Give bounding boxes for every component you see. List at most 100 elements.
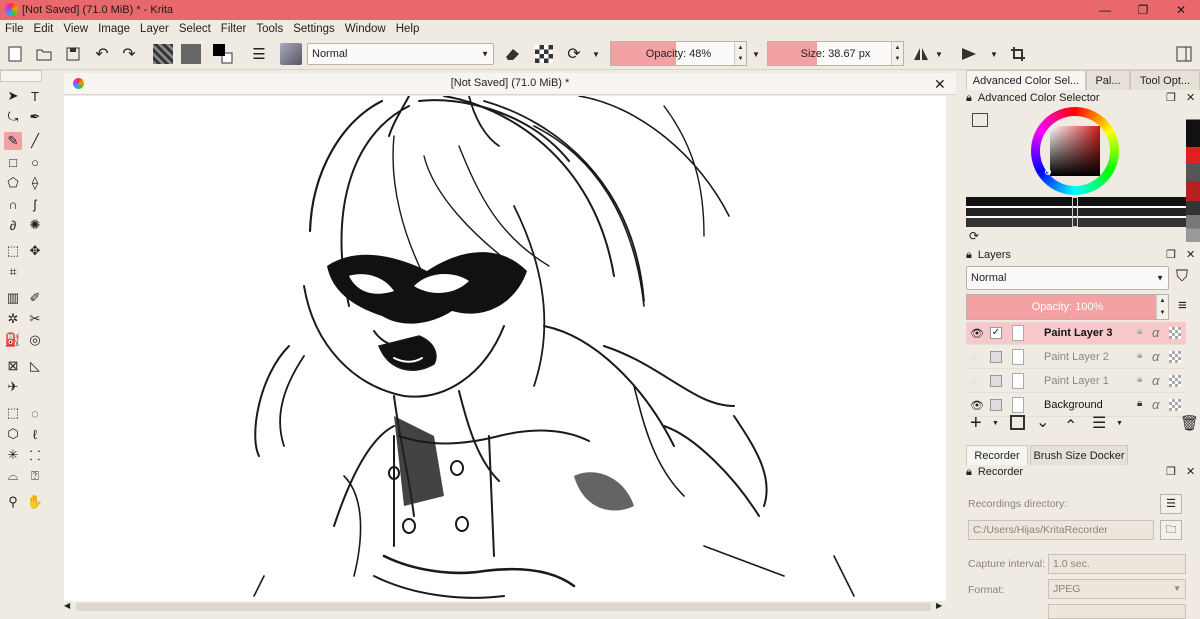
gradient-tool-icon[interactable]: ▥ [4,289,22,307]
scroll-right-icon[interactable]: ▶ [936,601,942,610]
layer-blend-mode-select[interactable]: Normal ▼ [966,266,1169,290]
brush-preset-icon[interactable] [280,43,302,65]
add-layer-icon[interactable]: + [970,412,982,435]
menu-filter[interactable]: Filter [216,23,252,35]
drawing-canvas[interactable] [64,96,946,601]
vertical-scrollbar[interactable] [946,96,958,601]
alpha-lock-icon[interactable]: α [1152,325,1159,340]
rectangular-selection-icon[interactable]: ⬚ [4,404,22,422]
enclosed-fill-icon[interactable]: ◎ [26,331,44,349]
alpha-lock-icon[interactable]: α [1152,373,1159,388]
similar-color-selection-icon[interactable]: ⸬ [26,446,44,464]
contiguous-selection-icon[interactable]: ✳ [4,446,22,464]
scrollbar-thumb[interactable] [76,603,931,611]
size-slider[interactable]: Size: 38.67 px ▲ ▼ [767,41,904,66]
gradient-preset-icon[interactable] [152,43,174,65]
layer-checkbox[interactable] [990,375,1002,387]
menu-select[interactable]: Select [174,23,216,35]
measure-tool-icon[interactable]: ◺ [26,357,44,375]
mirror-horizontal-icon[interactable] [910,43,932,65]
eye-icon[interactable]: 👁︎ [970,399,984,412]
document-tab[interactable]: [Not Saved] (71.0 MiB) * ✕ [64,73,956,95]
inherit-alpha-icon[interactable] [1169,327,1181,339]
close-window-button[interactable]: ✕ [1162,0,1200,20]
line-tool-icon[interactable]: ╱ [26,132,44,150]
calligraphy-icon[interactable]: ✒ [26,108,44,126]
tab-recorder[interactable]: Recorder [966,445,1028,465]
tab-brush-size-docker[interactable]: Brush Size Docker [1030,445,1128,465]
layer-checkbox[interactable] [990,399,1002,411]
blend-mode-select[interactable]: Normal ▼ [307,43,494,65]
menu-file[interactable]: File [0,23,29,35]
inherit-alpha-icon[interactable] [1169,351,1181,363]
layer-opacity-slider[interactable]: Opacity: 100% ▲ ▼ [966,294,1169,320]
opacity-slider[interactable]: Opacity: 48% ▲ ▼ [610,41,747,66]
menu-icon[interactable]: ≡ [1178,297,1187,314]
menu-view[interactable]: View [58,23,93,35]
quality-field[interactable] [1048,604,1186,619]
inherit-alpha-icon[interactable] [1169,399,1181,411]
polygon-tool-icon[interactable]: ⬠ [4,174,22,192]
shade-selector[interactable] [966,197,1186,227]
transform-tool-icon[interactable]: ⬚ [4,242,22,260]
mirror-vertical-icon[interactable] [958,43,980,65]
layer-opacity-spinner[interactable]: ▲ ▼ [1156,295,1168,319]
open-document-icon[interactable] [33,43,55,65]
ellipse-tool-icon[interactable]: ○ [26,153,44,171]
close-docker-icon[interactable]: ✕ [1186,248,1195,261]
duplicate-layer-icon[interactable] [1010,415,1025,430]
freehand-brush-icon[interactable]: ✎ [4,132,22,150]
size-spinner[interactable]: ▲ ▼ [891,42,903,65]
eye-hidden-icon[interactable]: ◌ [970,375,977,387]
alpha-lock-icon[interactable] [533,43,555,65]
undo-icon[interactable]: ↶ [91,43,113,65]
freehand-selection-icon[interactable]: ℓ [26,425,44,443]
filter-icon[interactable]: ⛉ [1176,268,1188,286]
rectangle-tool-icon[interactable]: □ [4,153,22,171]
freehand-path-icon[interactable]: ʃ [26,195,44,213]
menu-settings[interactable]: Settings [288,23,340,35]
assistant-tool-icon[interactable]: ⊠ [4,357,22,375]
opacity-spinner[interactable]: ▲ ▼ [734,42,746,65]
new-document-icon[interactable] [4,43,26,65]
menu-window[interactable]: Window [340,23,391,35]
fill-tool-icon[interactable]: ⛽ [4,331,22,349]
horizontal-scrollbar[interactable]: ◀ ▶ [64,601,946,613]
inherit-alpha-icon[interactable] [1169,375,1181,387]
eye-icon[interactable]: 👁︎ [970,327,984,340]
text-tool-icon[interactable]: T [26,87,44,105]
chevron-down-icon[interactable]: ▼ [988,43,1000,65]
folder-icon[interactable]: 🗀 [1160,520,1182,540]
restore-button[interactable]: ❐ [1124,0,1162,20]
menu-tools[interactable]: Tools [251,23,288,35]
reload-preset-icon[interactable]: ⟳ [563,43,585,65]
lock-icon[interactable]: 🔒︎ [1137,398,1142,409]
polyline-tool-icon[interactable]: ⟠ [26,174,44,192]
redo-icon[interactable]: ↷ [118,43,140,65]
menu-edit[interactable]: Edit [29,23,59,35]
layer-row[interactable]: ◌ Paint Layer 2 🔒︎ α [966,346,1186,369]
float-docker-icon[interactable]: ❐ [1166,91,1176,104]
pattern-preset-icon[interactable] [180,43,202,65]
format-select[interactable]: JPEG ▼ [1048,579,1186,599]
close-document-button[interactable]: ✕ [934,76,946,93]
magnetic-selection-icon[interactable]: ⍰ [26,467,44,485]
color-selector-settings-icon[interactable] [972,113,988,127]
edit-shapes-icon[interactable]: ⤿ [4,108,22,126]
chevron-down-icon[interactable]: ▼ [992,420,999,427]
chevron-down-icon[interactable]: ▼ [590,43,602,65]
lock-icon[interactable]: 🔒︎ [966,466,972,479]
bezier-selection-icon[interactable]: ⌓ [4,467,22,485]
wrap-around-icon[interactable] [1007,43,1029,65]
dynamic-brush-icon[interactable]: ∂ [4,216,22,234]
zoom-tool-icon[interactable]: ⚲ [4,493,22,511]
tab-advanced-color-selector[interactable]: Advanced Color Sel... [966,70,1086,90]
recordings-directory-field[interactable]: C:/Users/Hijas/KritaRecorder [968,520,1154,540]
menu-image[interactable]: Image [93,23,135,35]
capture-interval-field[interactable]: 1.0 sec. [1048,554,1186,574]
tab-tool-options[interactable]: Tool Opt... [1130,70,1200,90]
lock-icon[interactable]: 🔒︎ [966,249,972,262]
move-tool-icon[interactable]: ✥ [26,242,44,260]
select-shapes-icon[interactable]: ➤ [4,87,22,105]
move-layer-up-icon[interactable]: ⌃ [1064,416,1077,436]
